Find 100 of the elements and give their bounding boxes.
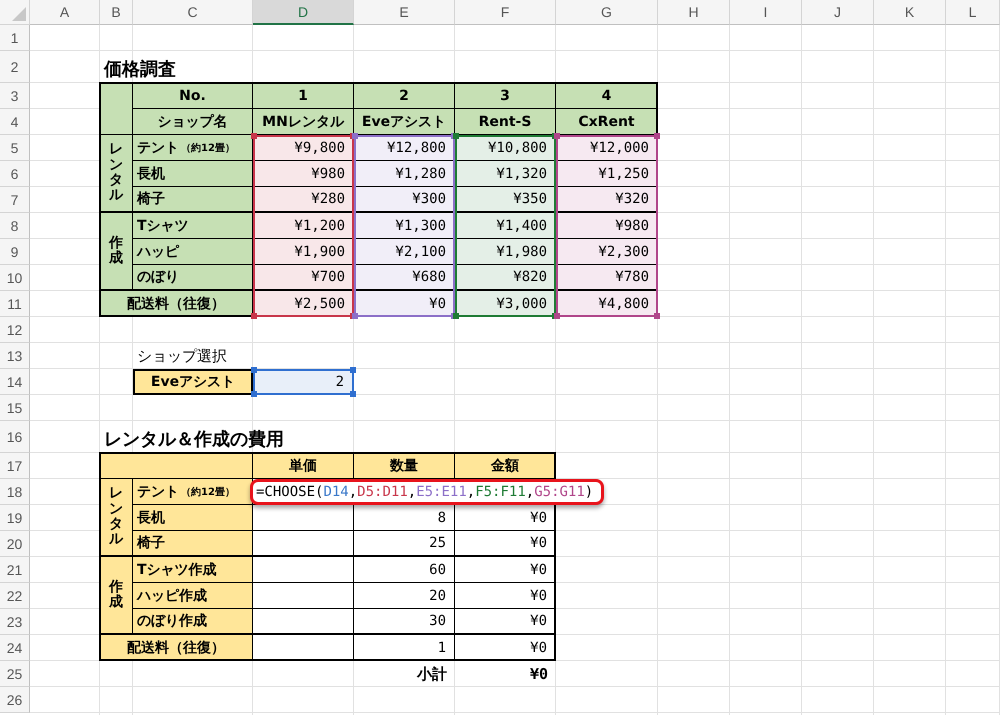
- column-header[interactable]: H: [658, 0, 730, 25]
- table-cell: のぼり: [133, 265, 253, 291]
- group-label: レンタル: [100, 479, 133, 557]
- row-header[interactable]: 10: [0, 265, 30, 291]
- row-header[interactable]: 1: [0, 25, 30, 51]
- row-header[interactable]: 2: [0, 51, 30, 83]
- table-cell: ¥780: [556, 265, 658, 291]
- subtotal-value: ¥0: [530, 665, 548, 683]
- table-cell: 配送料（往復）: [100, 291, 253, 317]
- table-cell: Eveアシスト: [133, 369, 253, 395]
- table-cell: 長机: [133, 505, 253, 531]
- header-cell: 金額: [455, 453, 556, 479]
- row-header[interactable]: 18: [0, 479, 30, 505]
- row-header[interactable]: 13: [0, 343, 30, 369]
- header-cell: CxRent: [556, 109, 658, 135]
- table-cell: ¥980: [253, 161, 354, 187]
- column-header[interactable]: I: [730, 0, 802, 25]
- table-cell: ¥1,250: [556, 161, 658, 187]
- table-cell: 20: [354, 583, 455, 609]
- table-cell: ¥1,320: [455, 161, 556, 187]
- table-cell: ¥350: [455, 187, 556, 213]
- row-header[interactable]: 14: [0, 369, 30, 395]
- table-title: レンタル＆作成の費用: [104, 428, 284, 451]
- column-header[interactable]: D: [253, 0, 354, 25]
- row-header[interactable]: 26: [0, 687, 30, 713]
- row-header[interactable]: 12: [0, 317, 30, 343]
- header-cell: No.: [133, 83, 253, 109]
- table-cell: 長机: [133, 161, 253, 187]
- row-header[interactable]: 11: [0, 291, 30, 317]
- header-cell: MNレンタル: [253, 109, 354, 135]
- table-cell: ¥680: [354, 265, 455, 291]
- row-header[interactable]: 23: [0, 609, 30, 635]
- formula-callout[interactable]: =CHOOSE(D14,D5:D11,E5:E11,F5:F11,G5:G11): [250, 479, 604, 505]
- table-cell: ¥820: [455, 265, 556, 291]
- row-header[interactable]: 25: [0, 661, 30, 687]
- column-header[interactable]: E: [354, 0, 455, 25]
- table-cell: 25: [354, 531, 455, 557]
- group-label: 作成: [100, 213, 133, 291]
- column-header[interactable]: J: [802, 0, 874, 25]
- table-cell: ¥1,300: [354, 213, 455, 239]
- table-cell: 配送料（往復）: [100, 635, 253, 661]
- table-cell: ¥1,900: [253, 239, 354, 265]
- row-header[interactable]: 7: [0, 187, 30, 213]
- table-cell: のぼり作成: [133, 609, 253, 635]
- table-cell: ¥1,400: [455, 213, 556, 239]
- column-header[interactable]: F: [455, 0, 556, 25]
- row-header[interactable]: 4: [0, 109, 30, 135]
- table-cell: ¥980: [556, 213, 658, 239]
- column-header[interactable]: L: [946, 0, 1000, 25]
- table-cell: 30: [354, 609, 455, 635]
- header-cell: 単価: [253, 453, 354, 479]
- table-cell: ¥1,200: [253, 213, 354, 239]
- row-header[interactable]: 21: [0, 557, 30, 583]
- table-cell: ¥320: [556, 187, 658, 213]
- subtotal-label: 小計: [417, 664, 447, 684]
- select-all-icon[interactable]: [12, 7, 26, 21]
- table-cell: ¥1,280: [354, 161, 455, 187]
- row-header[interactable]: 19: [0, 505, 30, 531]
- row-header[interactable]: 22: [0, 583, 30, 609]
- column-header[interactable]: A: [30, 0, 100, 25]
- label: ショップ選択: [137, 347, 227, 366]
- group-label: レンタル: [100, 135, 133, 213]
- row-header[interactable]: 16: [0, 421, 30, 453]
- table-cell: ¥2,300: [556, 239, 658, 265]
- table-cell: ¥280: [253, 187, 354, 213]
- table-cell: ハッピ作成: [133, 583, 253, 609]
- row-header[interactable]: 5: [0, 135, 30, 161]
- row-header[interactable]: 3: [0, 83, 30, 109]
- table-cell: テント（約12畳）: [133, 479, 253, 505]
- row-header[interactable]: 20: [0, 531, 30, 557]
- header-cell: Rent-S: [455, 109, 556, 135]
- row-header[interactable]: 15: [0, 395, 30, 421]
- header-cell: Eveアシスト: [354, 109, 455, 135]
- header-cell: 数量: [354, 453, 455, 479]
- table-cell: Tシャツ作成: [133, 557, 253, 583]
- group-label: 作成: [100, 557, 133, 635]
- column-header[interactable]: B: [100, 0, 133, 25]
- table-cell: 60: [354, 557, 455, 583]
- row-header[interactable]: 9: [0, 239, 30, 265]
- table-cell: ¥700: [253, 265, 354, 291]
- header-cell: 2: [354, 83, 455, 109]
- table-cell: 椅子: [133, 531, 253, 557]
- row-header[interactable]: 8: [0, 213, 30, 239]
- header-cell: 3: [455, 83, 556, 109]
- column-header[interactable]: K: [874, 0, 946, 25]
- input-cell[interactable]: 2: [253, 369, 354, 395]
- header-cell: ショップ名: [133, 109, 253, 135]
- table-title: 価格調査: [104, 58, 176, 81]
- row-header[interactable]: 24: [0, 635, 30, 661]
- table-cell: ¥1,980: [455, 239, 556, 265]
- table-cell: ¥2,100: [354, 239, 455, 265]
- table-cell: ハッピ: [133, 239, 253, 265]
- column-header[interactable]: C: [133, 0, 253, 25]
- column-header[interactable]: G: [556, 0, 658, 25]
- table-cell: テント（約12畳）: [133, 135, 253, 161]
- table-cell: 8: [354, 505, 455, 531]
- row-header[interactable]: 17: [0, 453, 30, 479]
- row-header[interactable]: 6: [0, 161, 30, 187]
- table-cell: ¥300: [354, 187, 455, 213]
- header-cell: 4: [556, 83, 658, 109]
